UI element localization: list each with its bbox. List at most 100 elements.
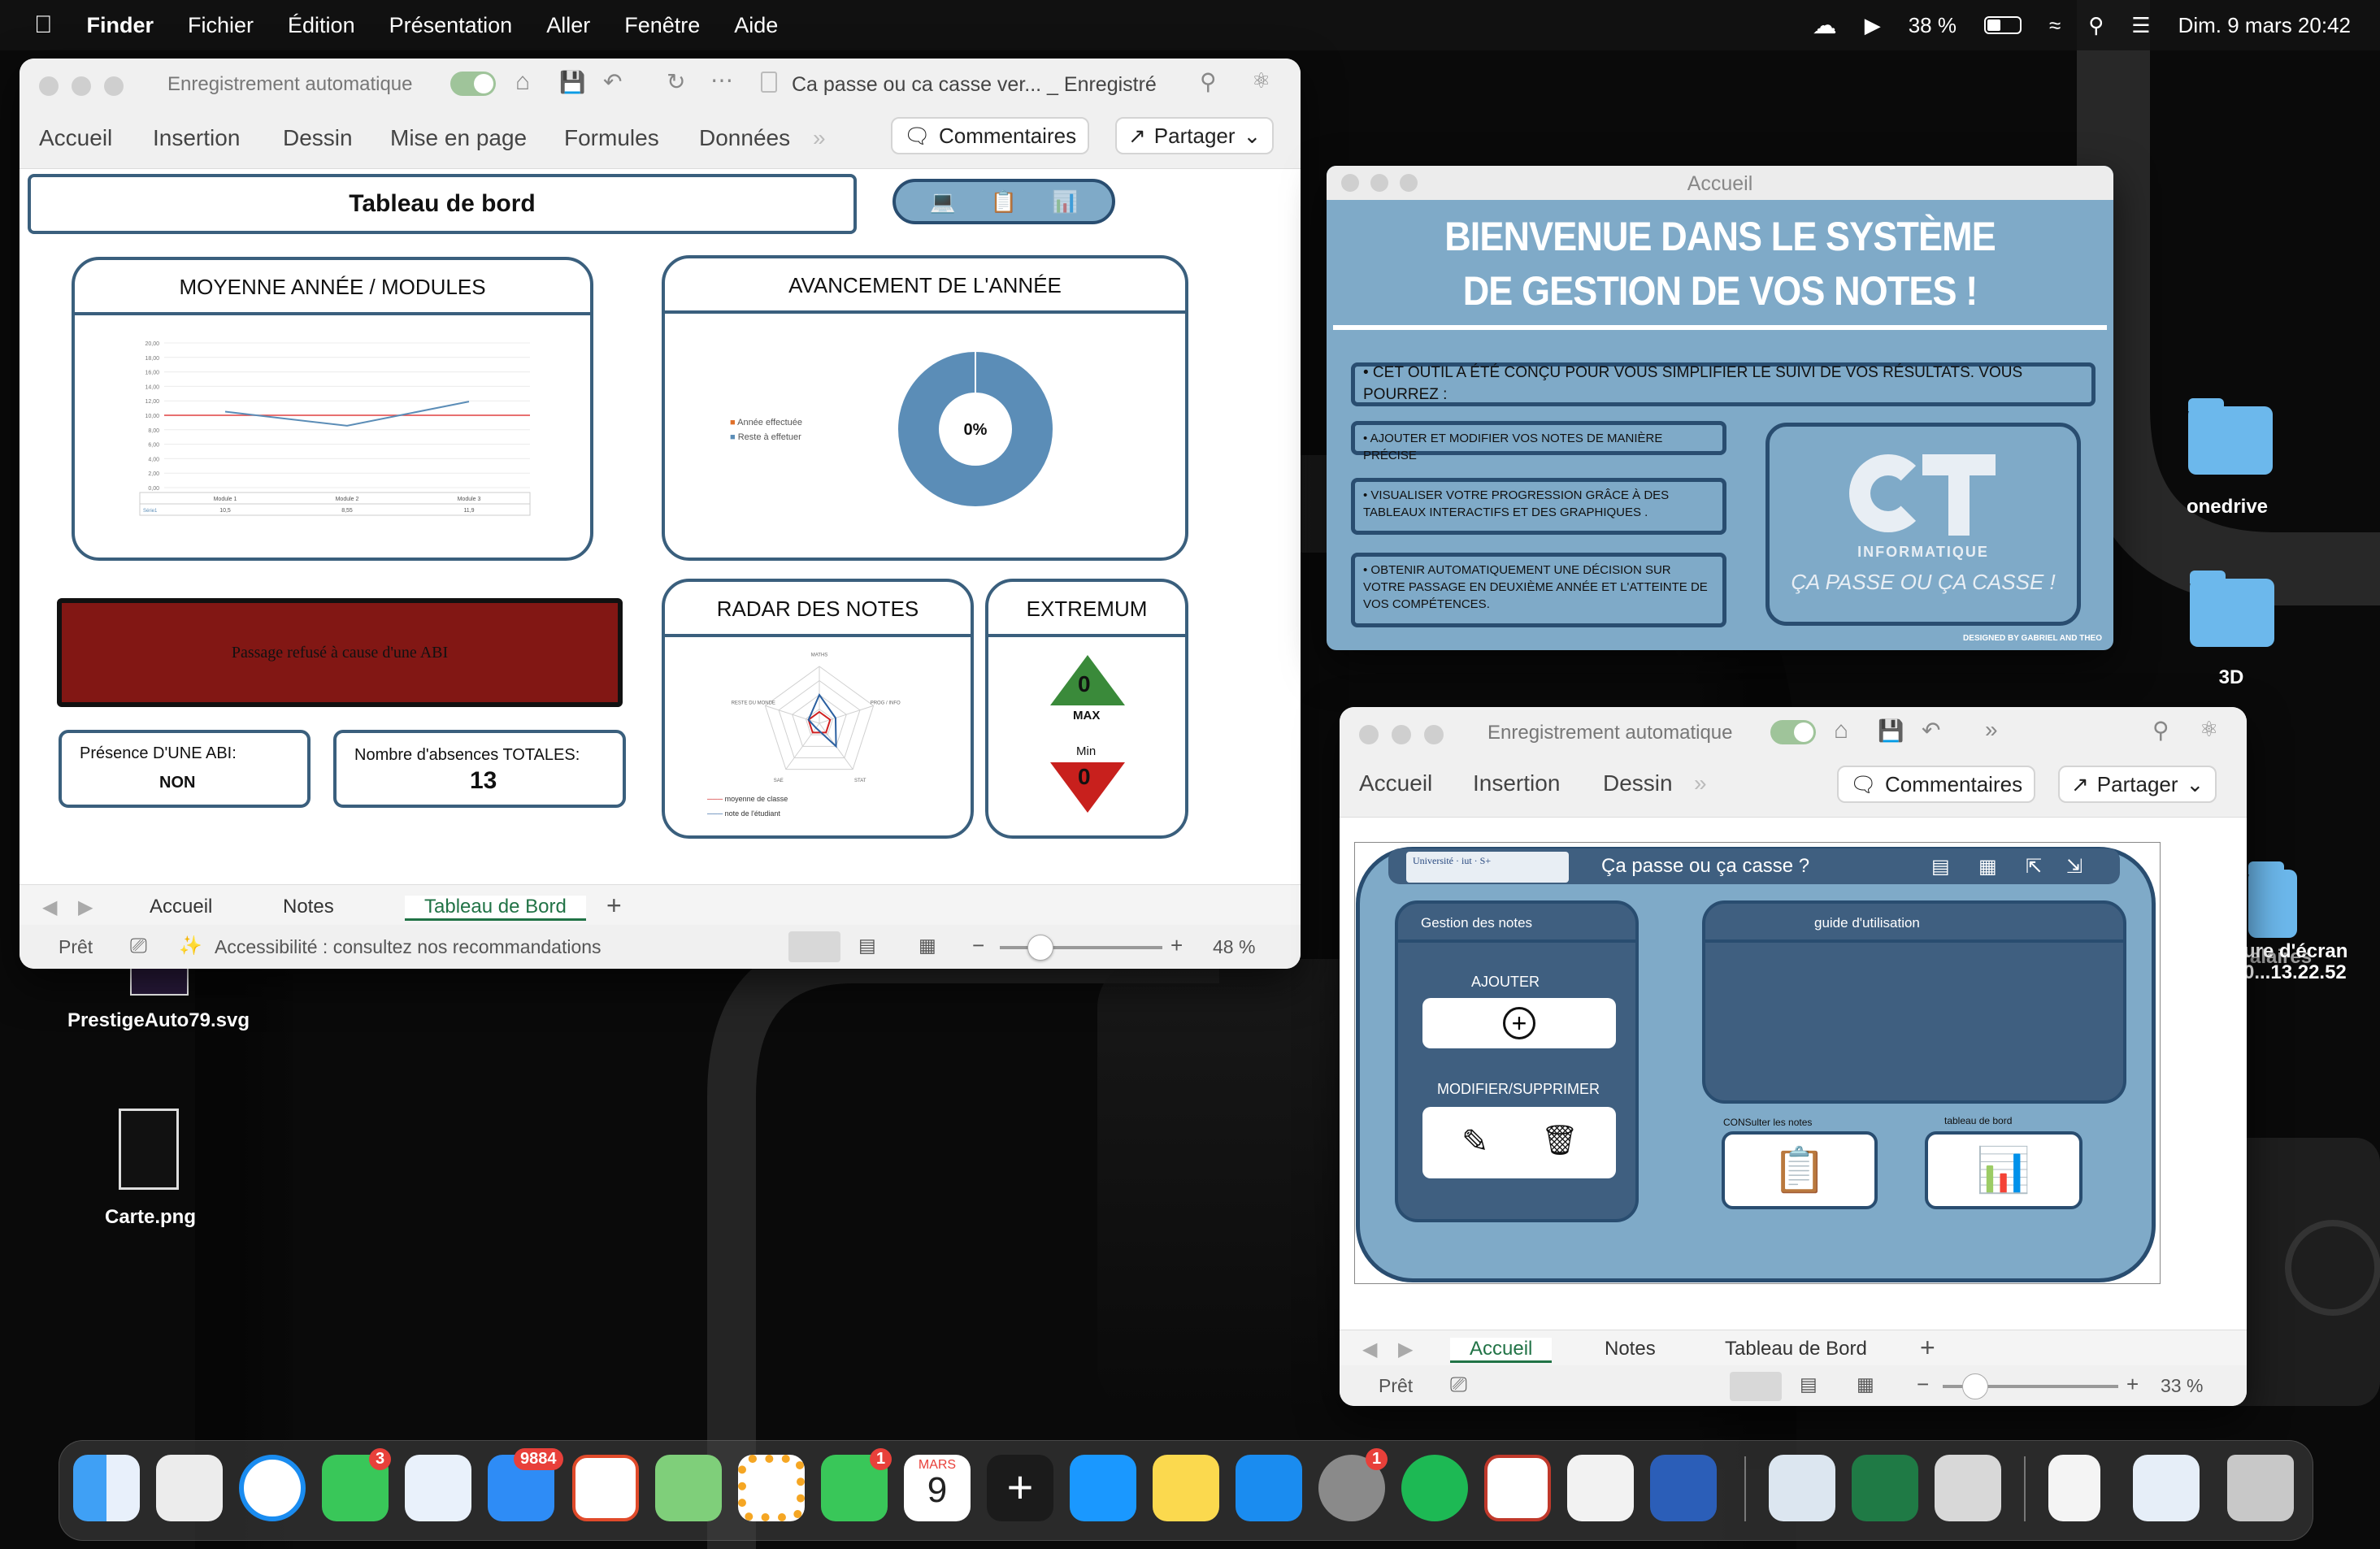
zoom-out-icon[interactable]: − [972, 933, 984, 958]
sheet-prev-icon[interactable]: ◀ [1362, 1338, 1377, 1361]
accessibility-icon[interactable]: ✨ [179, 935, 202, 957]
tab-insertion[interactable]: Insertion [1473, 770, 1560, 796]
view-normal-icon[interactable] [1730, 1372, 1782, 1401]
redo-icon[interactable]: ↻ [667, 68, 685, 95]
zoom-button[interactable] [104, 76, 124, 96]
sheet-tab-notes[interactable]: Notes [1605, 1338, 1656, 1360]
app-store-icon[interactable] [1236, 1455, 1302, 1521]
file-thumbnail[interactable] [119, 1109, 179, 1190]
perplexity-icon[interactable]: + [987, 1455, 1053, 1521]
desktop-item-prestigeauto[interactable]: PrestigeAuto79.svg [65, 1008, 252, 1034]
finder-icon[interactable] [73, 1455, 140, 1521]
airmail-icon[interactable] [572, 1455, 639, 1521]
tab-mise-en-page[interactable]: Mise en page [390, 125, 527, 151]
view-page-icon[interactable]: ▤ [1800, 1373, 1818, 1395]
minimize-button[interactable] [72, 76, 91, 96]
textedit-icon[interactable] [1567, 1455, 1634, 1521]
zoom-level[interactable]: 48 % [1213, 936, 1255, 958]
header-notes-icon[interactable]: ▤ [1931, 855, 1950, 879]
chevron-right-icon[interactable]: » [813, 125, 826, 151]
undo-icon[interactable]: ↶ [603, 68, 622, 95]
macro-icon[interactable]: ⎚ [130, 933, 147, 959]
xs-app-icon[interactable] [1484, 1455, 1551, 1521]
battery-percent[interactable]: 38 % [1909, 13, 1957, 38]
sheet-next-icon[interactable]: ▶ [78, 896, 93, 919]
zoom-in-icon[interactable]: + [1170, 933, 1183, 958]
tab-donnees[interactable]: Données [699, 125, 790, 151]
undo-icon[interactable]: ↶ [1922, 717, 1940, 744]
comments-button[interactable]: 🗨 Commentaires [1837, 766, 2036, 803]
menu-fichier[interactable]: Fichier [188, 13, 254, 38]
search-icon[interactable]: ⚲ [2088, 13, 2104, 38]
word-icon[interactable] [1650, 1455, 1717, 1521]
home-icon[interactable]: ⌂ [515, 68, 530, 96]
tab-accueil[interactable]: Accueil [1359, 770, 1432, 796]
desktop-item-onedrive[interactable]: onedrive [2162, 496, 2292, 519]
onedrive-icon[interactable] [405, 1455, 471, 1521]
zoom-slider[interactable] [1000, 935, 1162, 961]
menu-aller[interactable]: Aller [546, 13, 590, 38]
trash-icon[interactable]: 🗑 [1541, 1123, 1579, 1157]
comments-button[interactable]: 🗨 Commentaires [891, 117, 1090, 154]
datetime[interactable]: Dim. 9 mars 20:42 [2178, 13, 2351, 38]
battery-icon[interactable] [1983, 16, 2022, 34]
sheet-next-icon[interactable]: ▶ [1398, 1338, 1413, 1361]
menu-fenetre[interactable]: Fenêtre [624, 13, 700, 38]
menu-aide[interactable]: Aide [734, 13, 778, 38]
more-icon[interactable]: ⋯ [710, 67, 733, 93]
folder-icon[interactable] [2190, 571, 2274, 647]
zoom-button[interactable] [1424, 725, 1444, 744]
preview-icon[interactable] [1769, 1455, 1835, 1521]
chevron-right-icon[interactable]: » [1985, 717, 1998, 743]
sheet-tab-accueil[interactable]: Accueil [150, 896, 212, 918]
apple-icon[interactable]:  [34, 11, 53, 39]
add-sheet-icon[interactable]: + [1920, 1333, 1935, 1363]
macro-icon[interactable]: ⎚ [1450, 1372, 1467, 1398]
notes-icon[interactable] [1153, 1455, 1219, 1521]
share-button[interactable]: ↗ Partager ⌄ [2058, 766, 2217, 803]
edit-icon[interactable]: ✎ [1461, 1123, 1489, 1161]
photos-icon[interactable] [738, 1455, 805, 1521]
document-title[interactable]: Ca passe ou ca casse ver... _ Enregistré [792, 73, 1157, 97]
tab-dessin[interactable]: Dessin [1603, 770, 1673, 796]
tab-dessin[interactable]: Dessin [283, 125, 353, 151]
folder-icon[interactable] [2248, 861, 2297, 938]
search-icon[interactable]: ⚲ [2152, 717, 2169, 744]
header-expand-icon[interactable]: ⇱ [2026, 855, 2042, 879]
close-button[interactable] [1359, 725, 1379, 744]
tab-insertion[interactable]: Insertion [153, 125, 240, 151]
sheet-tab-tableau-de-bord[interactable]: Tableau de Bord [405, 896, 586, 921]
control-center-icon[interactable]: ☰ [2131, 13, 2150, 38]
icloud-icon[interactable]: ☁ [1813, 11, 1837, 40]
zoom-slider[interactable] [1943, 1373, 2118, 1399]
zoom-in-icon[interactable]: + [2126, 1372, 2139, 1397]
ajouter-button[interactable]: + [1422, 998, 1616, 1048]
view-normal-icon[interactable] [788, 931, 840, 962]
close-button[interactable] [39, 76, 59, 96]
minimize-button[interactable] [1392, 725, 1411, 744]
save-icon[interactable]: 💾 [559, 70, 585, 95]
menu-finder[interactable]: Finder [87, 13, 154, 38]
consulter-button[interactable]: 📋 [1722, 1131, 1878, 1209]
accueil-nav-icon[interactable]: 💻 [929, 189, 955, 215]
add-sheet-icon[interactable]: + [606, 891, 622, 921]
tab-formules[interactable]: Formules [564, 125, 659, 151]
share-button[interactable]: ↗ Partager ⌄ [1115, 117, 1275, 154]
menu-edition[interactable]: Édition [288, 13, 355, 38]
chevron-right-icon[interactable]: » [1694, 770, 1707, 796]
zoom-level[interactable]: 33 % [2161, 1375, 2203, 1397]
accessibility-status[interactable]: Accessibilité : consultez nos recommanda… [215, 936, 602, 958]
zoom-out-icon[interactable]: − [1917, 1372, 1929, 1397]
sheet-tab-tableau-de-bord[interactable]: Tableau de Bord [1725, 1338, 1867, 1360]
save-icon[interactable]: 💾 [1878, 718, 1904, 744]
folder-icon[interactable] [2188, 398, 2273, 475]
calendar-icon[interactable]: MARS 9 [904, 1455, 971, 1521]
sheet-prev-icon[interactable]: ◀ [42, 896, 57, 919]
desktop-item-carte[interactable]: Carte.png [81, 1206, 219, 1229]
search-icon[interactable]: ⚲ [1200, 68, 1217, 95]
home-icon[interactable]: ⌂ [1834, 717, 1848, 744]
launchpad-icon[interactable] [156, 1455, 223, 1521]
sheet-tab-accueil[interactable]: Accueil [1450, 1338, 1553, 1363]
screenshot-stack-icon[interactable] [2133, 1455, 2200, 1521]
notes-nav-icon[interactable]: 📋 [991, 189, 1017, 215]
